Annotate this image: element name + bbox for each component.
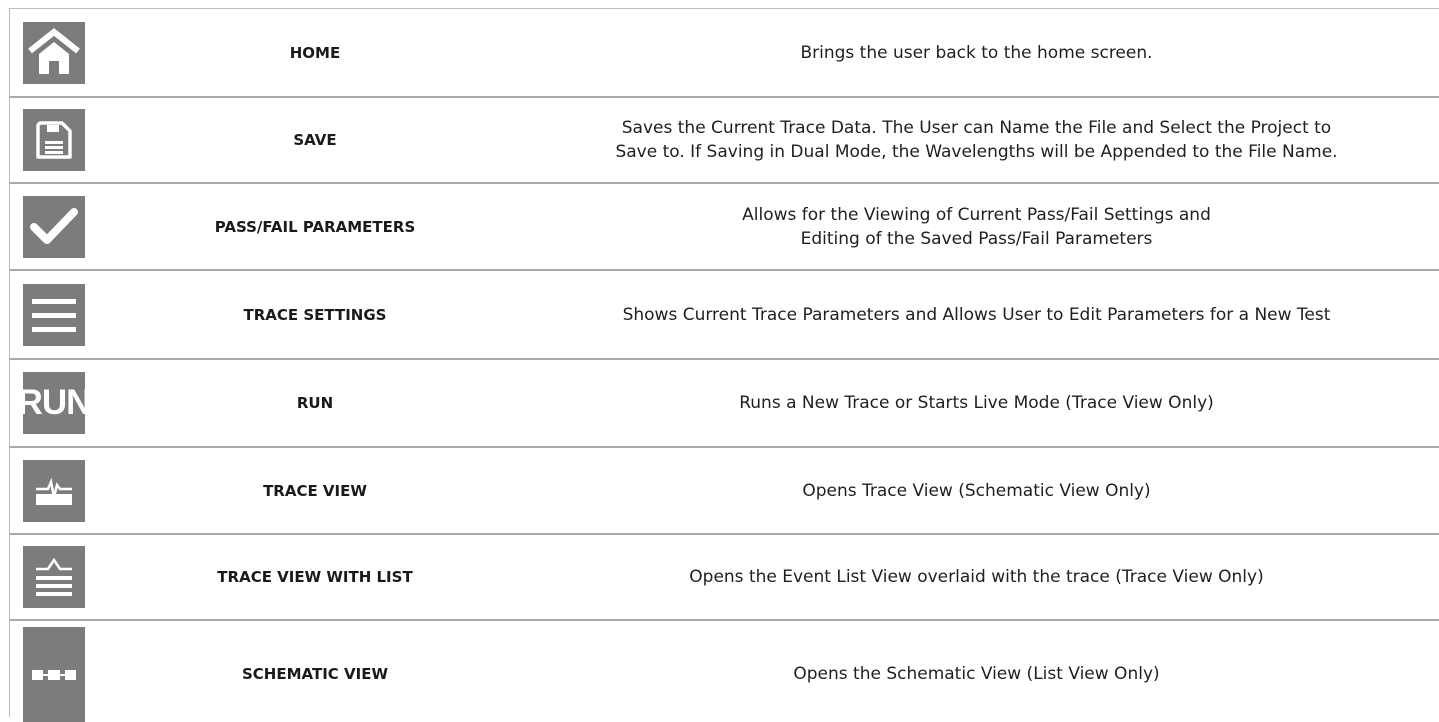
row-name: PASS/FAIL PARAMETERS — [214, 217, 416, 236]
menu-icon — [23, 283, 85, 346]
table-row: SCHEMATIC VIEW Opens the Schematic View … — [10, 621, 1439, 722]
run-icon: RUN — [18, 372, 91, 434]
table-row: TRACE SETTINGS Shows Current Trace Param… — [10, 271, 1439, 360]
table-row: HOME Brings the user back to the home sc… — [10, 9, 1439, 98]
row-description: Shows Current Trace Parameters and Allow… — [622, 304, 1331, 325]
table-row: PASS/FAIL PARAMETERS Allows for the View… — [10, 184, 1439, 271]
row-description: Opens the Schematic View (List View Only… — [793, 664, 1160, 684]
save-icon — [23, 109, 85, 171]
schematic-view-icon — [23, 627, 85, 722]
row-description: Opens Trace View (Schematic View Only) — [802, 480, 1151, 501]
table-row: TRACE VIEW WITH LIST Opens the Event Lis… — [10, 535, 1439, 621]
row-name: SAVE — [293, 131, 337, 149]
checkmark-icon — [23, 195, 85, 258]
row-description: Allows for the Viewing of Current Pass/F… — [742, 204, 1211, 249]
row-name: TRACE SETTINGS — [243, 305, 387, 324]
row-description: Saves the Current Trace Data. The User c… — [615, 118, 1338, 162]
run-icon-label: RUN — [17, 383, 92, 422]
row-description: Brings the user back to the home screen. — [800, 42, 1153, 63]
row-description: Opens the Event List View overlaid with … — [689, 567, 1264, 587]
table-row: TRACE VIEW Opens Trace View (Schematic V… — [10, 448, 1439, 535]
icon-reference-table: HOME Brings the user back to the home sc… — [10, 9, 1439, 722]
trace-view-icon — [23, 459, 85, 522]
row-description: Runs a New Trace or Starts Live Mode (Tr… — [739, 393, 1214, 413]
row-name: TRACE VIEW — [263, 481, 367, 500]
table-row: SAVE Saves the Current Trace Data. The U… — [10, 98, 1439, 184]
home-icon — [23, 21, 85, 84]
row-name: HOME — [289, 43, 341, 62]
row-name: RUN — [296, 394, 334, 412]
row-name: SCHEMATIC VIEW — [241, 665, 388, 683]
table-row: RUN RUN Runs a New Trace or Starts Live … — [10, 360, 1439, 448]
trace-list-icon — [23, 546, 85, 608]
row-name: TRACE VIEW WITH LIST — [217, 568, 413, 586]
